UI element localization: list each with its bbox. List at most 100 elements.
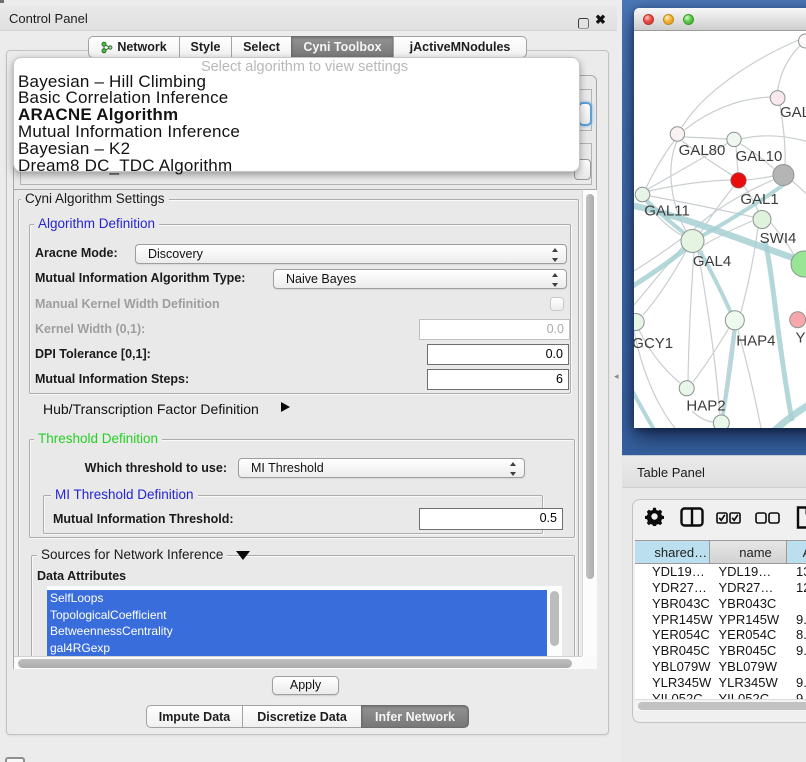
data-attributes-list[interactable]: SelfLoopsTopologicalCoefficientBetweenne…: [47, 586, 562, 656]
network-node-gal1[interactable]: [731, 173, 746, 188]
tab-style[interactable]: Style: [179, 36, 232, 58]
table-horizontal-scrollbar[interactable]: [635, 699, 806, 711]
cell-value[interactable]: 13.: [796, 564, 806, 580]
close-panel-icon[interactable]: ✖: [595, 12, 609, 30]
algorithm-combo-button[interactable]: [578, 102, 592, 126]
network-edge[interactable]: [746, 176, 773, 180]
vertical-scrollbar-thumb[interactable]: [586, 194, 594, 579]
float-panel-icon[interactable]: [578, 18, 589, 29]
gear-icon[interactable]: [645, 507, 664, 526]
splitter-collapse-icon[interactable]: ◂: [614, 371, 619, 382]
horizontal-scrollbar-thumb[interactable]: [18, 659, 572, 668]
network-node-gcy1[interactable]: [634, 314, 644, 331]
cell-shared-name[interactable]: YLR345W: [652, 675, 711, 691]
cell-shared-name[interactable]: YDL19…: [652, 564, 705, 580]
network-edge[interactable]: [685, 97, 771, 130]
manual-kernel-width-checkbox[interactable]: [550, 297, 564, 311]
cell-shared-name[interactable]: YBR045C: [652, 643, 710, 659]
cell-value[interactable]: 12.: [796, 580, 806, 596]
mi-steps-field[interactable]: 6: [427, 369, 569, 390]
collapse-sources-icon[interactable]: [236, 551, 250, 560]
attribute-item[interactable]: gal4RGexp: [47, 640, 547, 657]
hub-definition-label[interactable]: Hub/Transcription Factor Definition: [43, 401, 259, 417]
mi-threshold-field[interactable]: 0.5: [419, 508, 563, 530]
tab-cyni-toolbox[interactable]: Cyni Toolbox: [291, 36, 394, 58]
attributes-scrollbar-thumb[interactable]: [550, 591, 559, 646]
cell-name[interactable]: YDL19…: [719, 564, 772, 580]
column-header-2[interactable]: name: [710, 540, 787, 564]
network-window-titlebar[interactable]: [634, 8, 806, 31]
close-window-icon[interactable]: [643, 14, 654, 25]
network-node-swi4[interactable]: [753, 211, 771, 229]
minimize-window-icon[interactable]: [663, 14, 674, 25]
network-node-gal10[interactable]: [727, 132, 741, 146]
tab-network[interactable]: Network: [88, 36, 180, 58]
network-edge[interactable]: [688, 252, 694, 381]
attribute-item[interactable]: TopologicalCoefficient: [47, 607, 547, 624]
cell-shared-name[interactable]: YBL079W: [652, 659, 711, 675]
cell-shared-name[interactable]: YDR27…: [652, 580, 707, 596]
cell-value[interactable]: 9.: [796, 612, 806, 628]
network-edge[interactable]: [741, 136, 806, 143]
attributes-scrollbar[interactable]: [547, 586, 562, 656]
document-icon[interactable]: [796, 506, 806, 529]
mi-algorithm-type-combo[interactable]: Naive Bayes: [273, 269, 567, 289]
cell-name[interactable]: YBR045C: [719, 643, 777, 659]
bottom-tab-discretize-data[interactable]: Discretize Data: [242, 705, 362, 728]
checked-columns-icon[interactable]: [716, 512, 742, 524]
apply-button[interactable]: Apply: [272, 676, 339, 695]
cell-shared-name[interactable]: YPR145W: [652, 612, 713, 628]
zoom-window-icon[interactable]: [683, 14, 694, 25]
cell-value[interactable]: 8.: [796, 627, 806, 643]
cell-name[interactable]: YPR145W: [719, 612, 780, 628]
network-edge[interactable]: [698, 252, 720, 415]
cell-name[interactable]: YER054C: [719, 627, 777, 643]
minimized-panel-icon[interactable]: [5, 757, 25, 762]
attribute-item[interactable]: SelfLoops: [47, 590, 547, 607]
split-columns-icon[interactable]: [680, 507, 704, 527]
network-node[interactable]: [713, 415, 729, 428]
aracne-mode-combo[interactable]: Discovery: [135, 244, 567, 264]
cell-name[interactable]: YDR27…: [719, 580, 774, 596]
network-node-gal80[interactable]: [670, 127, 684, 141]
network-node-hap2[interactable]: [679, 381, 694, 396]
cell-name[interactable]: YBL079W: [719, 659, 778, 675]
network-node[interactable]: [773, 165, 794, 186]
bottom-tab-impute-data[interactable]: Impute Data: [146, 705, 243, 728]
column-header-label: shared…: [654, 545, 707, 560]
cell-value[interactable]: 9.: [796, 643, 806, 659]
dpi-tolerance-field[interactable]: 0.0: [427, 344, 569, 365]
node-attribute-table[interactable]: shared…nameA YDL19… YDL19… 13. YDR27… YDR27… 1…: [635, 540, 806, 711]
network-node-gal4[interactable]: [681, 230, 704, 253]
cell-name[interactable]: YLR345W: [719, 675, 778, 691]
column-header-3[interactable]: A: [787, 540, 806, 564]
bottom-tab-infer-network[interactable]: Infer Network: [361, 705, 469, 728]
which-threshold-combo-value: MI Threshold: [251, 461, 324, 475]
settings-vertical-scrollbar[interactable]: [582, 189, 597, 656]
settings-horizontal-scrollbar[interactable]: [14, 656, 582, 669]
table-scrollbar-thumb[interactable]: [638, 702, 806, 710]
column-header-1[interactable]: shared…: [635, 540, 710, 564]
network-edge[interactable]: [792, 181, 806, 201]
tab-jactivemnodules[interactable]: jActiveMNodules: [393, 36, 527, 58]
expand-hub-icon[interactable]: [281, 402, 290, 412]
network-node-hap4[interactable]: [725, 311, 744, 330]
cell-shared-name[interactable]: YER054C: [652, 627, 710, 643]
tab-label: jActiveMNodules: [410, 40, 511, 54]
which-threshold-combo[interactable]: MI Threshold: [238, 458, 525, 478]
network-node-gal11[interactable]: [635, 187, 650, 202]
attribute-item[interactable]: BetweennessCentrality: [47, 623, 547, 640]
network-edge[interactable]: [684, 137, 727, 139]
cell-value[interactable]: 9.: [796, 675, 806, 691]
network-edge[interactable]: [778, 41, 805, 91]
cell-shared-name[interactable]: YBR043C: [652, 596, 710, 612]
kernel-width-field[interactable]: 0.0: [419, 319, 570, 340]
cell-name[interactable]: YBR043C: [719, 596, 777, 612]
network-edge-heavy[interactable]: [765, 241, 792, 421]
network-edge[interactable]: [646, 141, 674, 188]
algorithm-option[interactable]: Dream8 DC_TDC Algorithm: [18, 158, 558, 175]
network-node-y[interactable]: [790, 312, 806, 328]
unchecked-columns-icon[interactable]: [755, 512, 781, 524]
network-canvas[interactable]: GAL2GAL80GAL10GAL1GAL11SWI4GAL4GCY1HAP4Y…: [634, 31, 806, 428]
tab-select[interactable]: Select: [231, 36, 292, 58]
